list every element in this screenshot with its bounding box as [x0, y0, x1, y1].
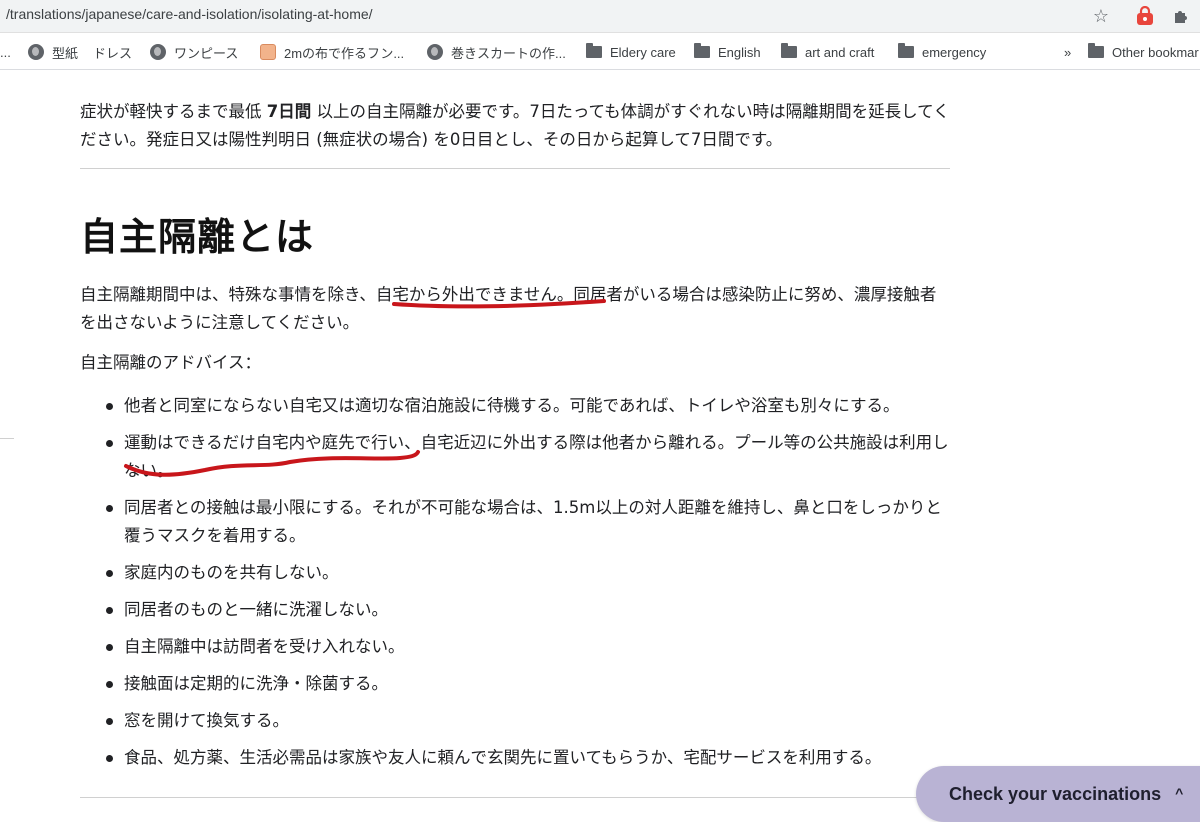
chevron-up-icon: ^ [1175, 785, 1184, 801]
advice-list: 他者と同室にならない自宅又は適切な宿泊施設に待機する。可能であれば、トイレや浴室… [80, 392, 950, 772]
folder-icon [586, 43, 602, 58]
address-bar[interactable]: /translations/japanese/care-and-isolatio… [0, 0, 1200, 33]
list-item: 他者と同室にならない自宅又は適切な宿泊施設に待機する。可能であれば、トイレや浴室… [80, 392, 950, 420]
bookmark-star-icon[interactable]: ☆ [1090, 5, 1112, 27]
password-extension-icon[interactable] [1134, 5, 1156, 27]
advice-label: 自主隔離のアドバイス： [80, 353, 262, 372]
globe-icon [28, 44, 44, 60]
intro-paragraph: 症状が軽快するまで最低 7日間 以上の自主隔離が必要です。7日たっても体調がすぐ… [80, 102, 950, 149]
bookmark-folder-other[interactable]: Other bookmar [1088, 42, 1199, 62]
check-vaccinations-button[interactable]: Check your vaccinations ^ [916, 766, 1200, 822]
left-edge-divider [0, 438, 14, 439]
folder-icon [694, 43, 710, 58]
list-item: 窓を開けて換気する。 [80, 707, 950, 735]
list-item: 接触面は定期的に洗浄・除菌する。 [80, 670, 950, 698]
bookmark-item[interactable]: 2mの布で作るフン... [260, 42, 404, 62]
list-item: 家庭内のものを共有しない。 [80, 559, 950, 587]
folder-icon [1088, 43, 1104, 58]
list-item: 自主隔離中は訪問者を受け入れない。 [80, 633, 950, 661]
site-favicon-icon [260, 44, 276, 60]
check-vaccinations-label: Check your vaccinations [949, 783, 1162, 804]
bookmark-folder[interactable]: English [694, 42, 761, 62]
bookmarks-bar: ... 型紙 ドレス ワンピース 2mの布で作るフン... 巻きスカートの作..… [0, 33, 1200, 70]
list-item: 運動はできるだけ自宅内や庭先で行い、自宅近辺に外出する際は他者から離れる。プール… [80, 429, 950, 485]
list-item: 食品、処方薬、生活必需品は家族や友人に頼んで玄関先に置いてもらうか、宅配サービス… [80, 744, 950, 772]
list-item: 同居者のものと一緒に洗濯しない。 [80, 596, 950, 624]
bookmark-folder[interactable]: art and craft [781, 42, 874, 62]
section-heading: 自主隔離とは [80, 215, 315, 259]
bookmark-folder[interactable]: Eldery care [586, 42, 676, 62]
bookmark-item[interactable]: ドレス [93, 42, 132, 62]
globe-icon [427, 44, 443, 60]
bookmark-folder[interactable]: emergency [898, 42, 986, 62]
folder-icon [898, 43, 914, 58]
section-divider [80, 168, 950, 169]
bookmarks-overflow-left[interactable]: ... [0, 42, 11, 62]
list-item: 同居者との接触は最小限にする。それが不可能な場合は、1.5m以上の対人距離を維持… [80, 494, 950, 550]
intro-bold-days: 7日間 [266, 102, 312, 121]
bookmarks-more-button[interactable]: » [1064, 42, 1071, 62]
folder-icon [781, 43, 797, 58]
section-paragraph: 自主隔離期間中は、特殊な事情を除き、自宅から外出できません。同居者がいる場合は感… [80, 285, 937, 332]
bottom-divider [80, 797, 950, 798]
url-text[interactable]: /translations/japanese/care-and-isolatio… [6, 6, 373, 22]
bookmark-item[interactable]: 型紙 [28, 42, 78, 62]
globe-icon [150, 44, 166, 60]
bookmark-item[interactable]: ワンピース [150, 42, 238, 62]
extensions-puzzle-icon[interactable] [1170, 5, 1192, 27]
bookmark-item[interactable]: 巻きスカートの作... [427, 42, 566, 62]
